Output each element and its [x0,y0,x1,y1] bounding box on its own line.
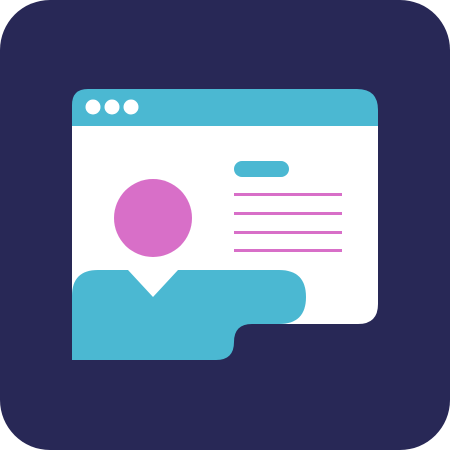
text-line-placeholder [234,193,342,196]
text-line-placeholder [234,231,342,234]
text-line-placeholder [234,212,342,215]
window-dot-icon [104,99,120,115]
window-dot-icon [123,99,139,115]
heading-placeholder [234,161,289,177]
person-head-icon [114,179,192,257]
presenter-web-page-icon [0,0,450,450]
window-dot-icon [85,99,101,115]
text-line-placeholder [234,249,342,252]
